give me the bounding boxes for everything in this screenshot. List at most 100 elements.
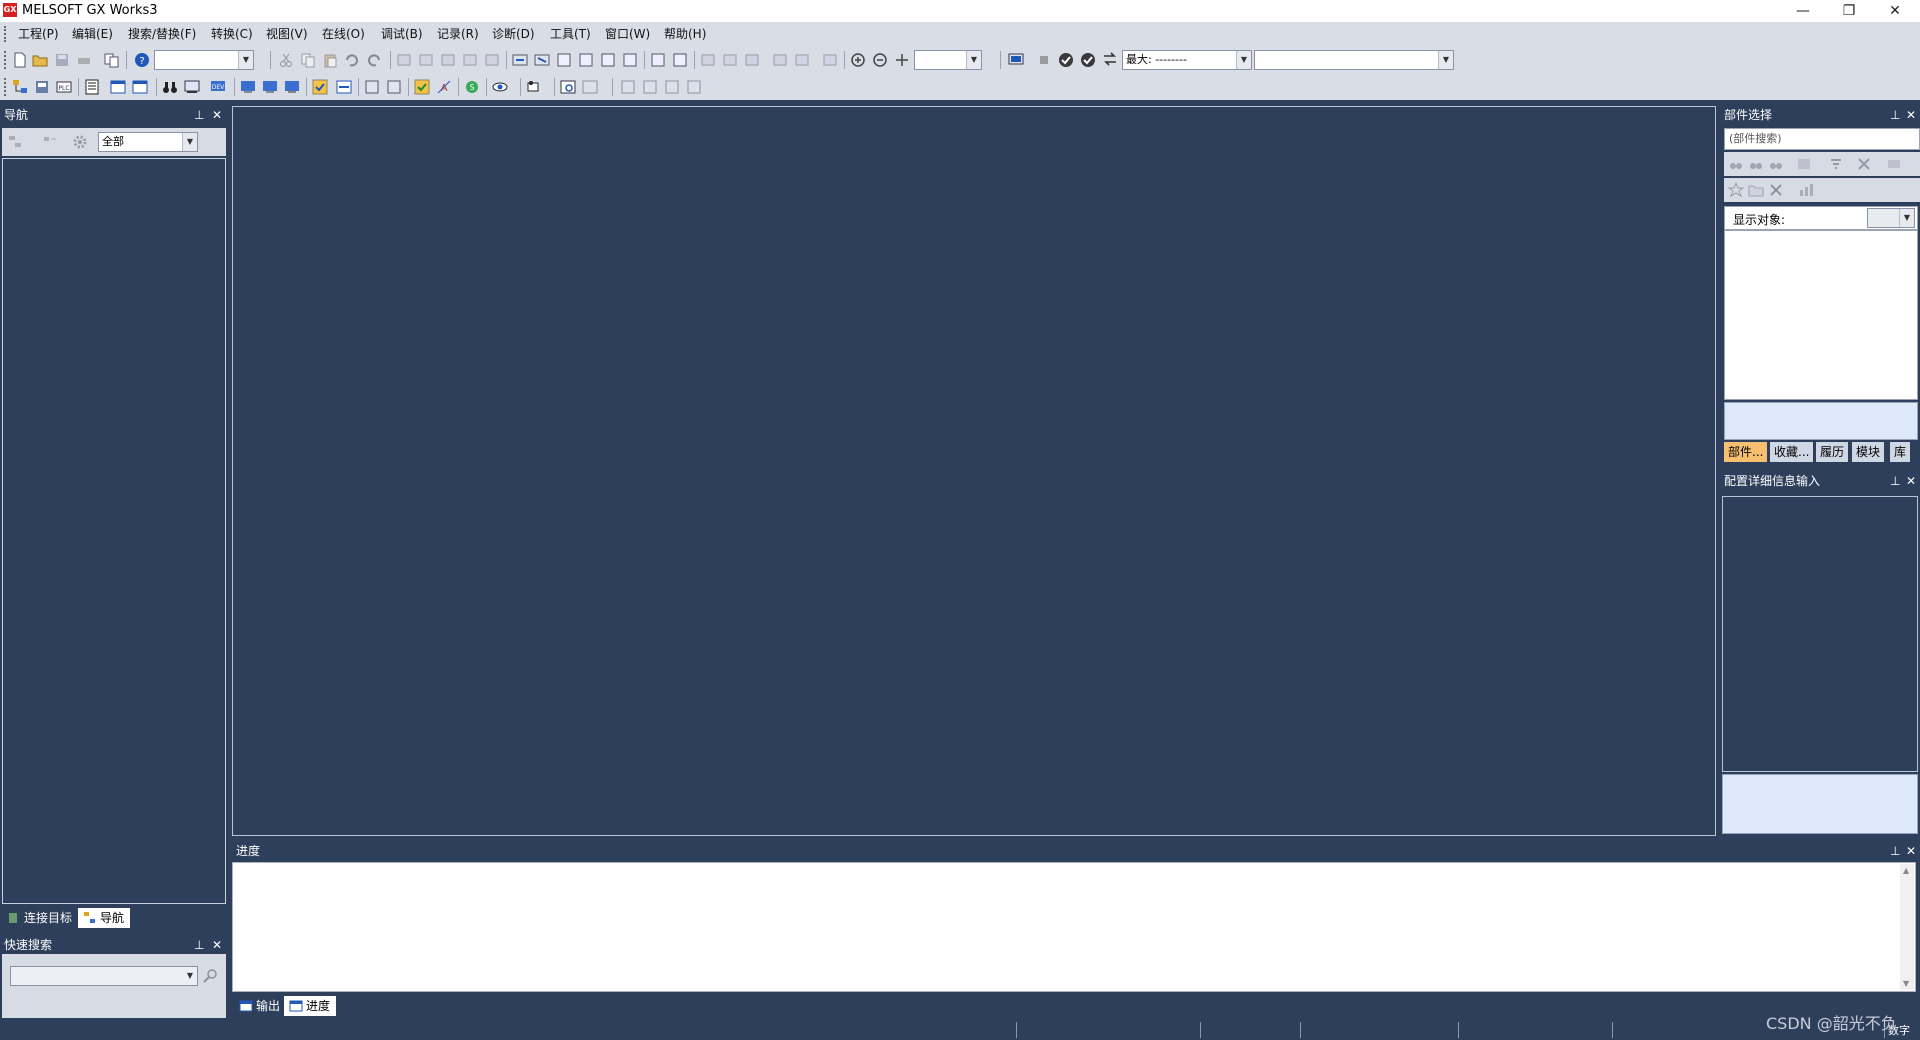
editor-workspace[interactable]: [232, 106, 1716, 836]
menu-project[interactable]: 工程(P): [18, 26, 59, 42]
minimize-button[interactable]: —: [1780, 0, 1826, 22]
print-icon[interactable]: [76, 52, 92, 68]
delete-icon[interactable]: [1768, 182, 1784, 198]
menu-debug[interactable]: 调试(B): [381, 26, 423, 42]
zoom-in-icon[interactable]: [850, 52, 866, 68]
chart-icon[interactable]: [1798, 182, 1814, 198]
collapse-tree-icon[interactable]: [42, 134, 58, 150]
device-list-icon[interactable]: [578, 52, 594, 68]
convert-icon[interactable]: [414, 79, 430, 95]
note-icon[interactable]: [722, 52, 738, 68]
ladder-window-icon[interactable]: [110, 79, 126, 95]
online-compare-icon[interactable]: [336, 79, 352, 95]
compare-icon[interactable]: [104, 52, 120, 68]
parts-list[interactable]: [1724, 230, 1918, 400]
transfer-icon[interactable]: [1102, 51, 1118, 67]
pin-icon[interactable]: ⊥: [1890, 106, 1900, 124]
cascade-icon[interactable]: [620, 79, 636, 95]
toolbar-grip[interactable]: [4, 51, 9, 69]
find-device-icon[interactable]: [512, 52, 528, 68]
settings-gear-icon[interactable]: [72, 134, 88, 150]
parts-search-input[interactable]: (部件搜索): [1724, 128, 1920, 150]
column-insert-icon[interactable]: [484, 52, 500, 68]
cut-icon[interactable]: [278, 52, 294, 68]
replace-icon[interactable]: [600, 52, 616, 68]
convert-all-icon[interactable]: A: [436, 79, 452, 95]
replace-all-icon[interactable]: [622, 52, 638, 68]
close-icon[interactable]: ✕: [1906, 472, 1916, 490]
read-plc-icon[interactable]: [262, 79, 278, 95]
find-next-icon[interactable]: [1768, 156, 1784, 172]
zoom-fit-icon[interactable]: [822, 52, 838, 68]
label-icon[interactable]: [84, 79, 100, 95]
register-part-icon[interactable]: [1796, 156, 1812, 172]
star-icon[interactable]: [1728, 182, 1744, 198]
menu-online[interactable]: 在线(O): [322, 26, 365, 42]
close-icon[interactable]: ✕: [212, 106, 222, 124]
monitor-icon[interactable]: [1008, 52, 1024, 68]
tab-output[interactable]: 输出: [234, 996, 287, 1016]
clear-filter-icon[interactable]: [1856, 156, 1872, 172]
menu-convert[interactable]: 转换(C): [211, 26, 253, 42]
find-part-icon[interactable]: [1728, 156, 1744, 172]
ladder-insert-icon[interactable]: [396, 52, 412, 68]
ladder-block-icon[interactable]: [772, 52, 788, 68]
menu-window[interactable]: 窗口(W): [605, 26, 650, 42]
comment-icon[interactable]: [744, 52, 760, 68]
menu-diagnose[interactable]: 诊断(D): [492, 26, 535, 42]
tab-progress[interactable]: 进度: [284, 996, 337, 1016]
tab-history[interactable]: 履历: [1816, 442, 1849, 462]
new-file-icon[interactable]: [12, 52, 28, 68]
open-folder-icon[interactable]: [32, 52, 48, 68]
display-target-combo[interactable]: ▼: [1867, 208, 1915, 228]
redo-icon[interactable]: [366, 52, 382, 68]
search-window-icon[interactable]: [560, 79, 576, 95]
st-window-icon[interactable]: [132, 79, 148, 95]
menubar-grip[interactable]: [4, 26, 9, 42]
tile-horizontal-icon[interactable]: [642, 79, 658, 95]
find-instruction-icon[interactable]: [534, 52, 550, 68]
tab-connection-target[interactable]: 连接目标: [2, 908, 79, 928]
write-plc-icon[interactable]: [240, 79, 256, 95]
close-icon[interactable]: ✕: [1906, 106, 1916, 124]
project-combo[interactable]: ▼: [154, 50, 254, 70]
check-icon[interactable]: [1058, 52, 1074, 68]
binoculars-icon[interactable]: [162, 79, 178, 95]
folder-icon[interactable]: [1748, 182, 1764, 198]
pin-icon[interactable]: ⊥: [194, 106, 204, 124]
navigation-tree[interactable]: [2, 158, 226, 904]
check-all-icon[interactable]: [1080, 52, 1096, 68]
progress-scrollbar[interactable]: ▲ ▼: [1900, 864, 1914, 990]
diagnosis-icon[interactable]: [526, 79, 542, 95]
paste-icon[interactable]: [322, 52, 338, 68]
watch-icon[interactable]: [492, 79, 508, 95]
help-icon[interactable]: ?: [134, 52, 150, 68]
online-write-icon[interactable]: [312, 79, 328, 95]
zoom-out-icon[interactable]: [872, 52, 888, 68]
arrange-icon[interactable]: [686, 79, 702, 95]
navigation-filter-combo[interactable]: 全部 ▼: [98, 132, 198, 152]
sort-icon[interactable]: [1828, 156, 1844, 172]
cross-reference-icon[interactable]: [556, 52, 572, 68]
part-properties-icon[interactable]: [1886, 156, 1902, 172]
program-check-icon[interactable]: [364, 79, 380, 95]
menu-help[interactable]: 帮助(H): [664, 26, 706, 42]
pin-icon[interactable]: ⊥: [1890, 472, 1900, 490]
undo-icon[interactable]: [344, 52, 360, 68]
tab-module[interactable]: 模块: [1852, 442, 1885, 462]
save-icon[interactable]: [54, 52, 70, 68]
menu-view[interactable]: 视图(V): [266, 26, 308, 42]
pin-icon[interactable]: ⊥: [194, 936, 204, 954]
simulation-icon[interactable]: S: [464, 79, 480, 95]
statement-icon[interactable]: [700, 52, 716, 68]
menu-search[interactable]: 搜索/替换(F): [128, 26, 196, 42]
zoom-combo[interactable]: ▼: [914, 50, 982, 70]
window-layout-icon[interactable]: [582, 79, 598, 95]
menu-record[interactable]: 记录(R): [437, 26, 479, 42]
tab-navigation[interactable]: 导航: [78, 908, 131, 928]
close-button[interactable]: ✕: [1872, 0, 1918, 22]
search-icon[interactable]: [202, 968, 218, 984]
quick-search-input[interactable]: ▼: [10, 966, 198, 986]
pin-icon[interactable]: ⊥: [1890, 842, 1900, 860]
stop-icon[interactable]: [1036, 52, 1052, 68]
